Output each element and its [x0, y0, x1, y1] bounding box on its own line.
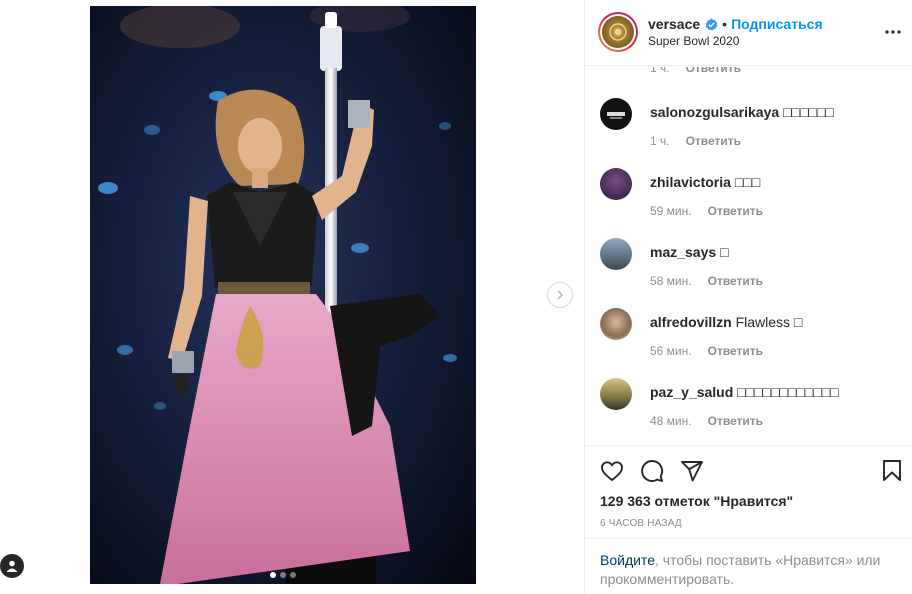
profile-avatar-icon[interactable] [0, 554, 24, 578]
comment-time: 1 ч. [650, 134, 670, 148]
reply-button[interactable]: Ответить [708, 204, 763, 218]
comment-username[interactable]: salonozgulsarikaya [650, 104, 779, 120]
save-button[interactable] [879, 458, 905, 484]
login-prompt: Войдите, чтобы поставить «Нравится» или … [585, 538, 912, 594]
comment-time: 59 мин. [650, 204, 692, 218]
comment-avatar[interactable] [600, 98, 632, 130]
partial-comment-meta: 1 ч. Ответить [650, 67, 741, 75]
likes-count[interactable]: 129 363 отметок "Нравится" [600, 493, 793, 509]
comment-username[interactable]: maz_says [650, 244, 716, 260]
comment-username[interactable]: alfredovillzn [650, 314, 732, 330]
comment-item: maz_says □ 58 мин. Ответить [585, 238, 912, 298]
media-pane [0, 0, 584, 594]
login-link[interactable]: Войдите [600, 552, 655, 568]
carousel-dot-2 [280, 572, 286, 578]
post-details-pane: versace • Подписаться Super Bowl 2020 1 [584, 0, 912, 594]
comment-item: zhilavictoria □□□ 59 мин. Ответить [585, 168, 912, 228]
comment-item: salonozgulsarikaya □□□□□□ 1 ч. Ответить [585, 98, 912, 158]
reply-button[interactable]: Ответить [708, 274, 763, 288]
comment-text: □ [720, 244, 729, 260]
comment-text: □□□ [734, 174, 761, 190]
share-button[interactable] [679, 458, 705, 484]
comment-text: □□□□□□ [783, 104, 834, 120]
comment-text: Flawless □ [735, 314, 803, 330]
follow-button[interactable]: Подписаться [731, 16, 823, 32]
heart-icon [601, 461, 623, 482]
author-avatar[interactable] [598, 12, 638, 52]
username-line: versace • Подписаться [648, 16, 823, 32]
carousel-dot-3 [290, 572, 296, 578]
comment-item: paz_y_salud □□□□□□□□□□□□ 48 мин. Ответит… [585, 378, 912, 438]
like-button[interactable] [599, 458, 625, 484]
comment-username[interactable]: zhilavictoria [650, 174, 731, 190]
comment-avatar[interactable] [600, 238, 632, 270]
comment-text: □□□□□□□□□□□□ [737, 384, 839, 400]
comment-username[interactable]: paz_y_salud [650, 384, 733, 400]
more-options-button[interactable] [883, 22, 903, 42]
comment-avatar[interactable] [600, 378, 632, 410]
reply-button[interactable]: Ответить [708, 414, 763, 428]
comment-time: 58 мин. [650, 274, 692, 288]
comment-time: 56 мин. [650, 344, 692, 358]
header-separator: • [722, 16, 728, 32]
post-timestamp[interactable]: 6 ЧАСОВ НАЗАД [600, 518, 682, 529]
reply-button[interactable]: Ответить [686, 67, 741, 75]
reply-button[interactable]: Ответить [686, 134, 741, 148]
chevron-right-icon [557, 290, 564, 300]
comment-item: alfredovillzn Flawless □ 56 мин. Ответит… [585, 308, 912, 368]
bookmark-icon [883, 460, 901, 481]
comment-time: 1 ч. [650, 67, 670, 75]
post-header: versace • Подписаться Super Bowl 2020 [585, 0, 912, 66]
comment-button[interactable] [639, 458, 665, 484]
more-dots-icon [885, 30, 901, 34]
verified-badge-icon [705, 18, 718, 31]
comment-avatar[interactable] [600, 308, 632, 340]
comment-icon [641, 460, 664, 482]
carousel-dots [90, 572, 476, 578]
post-location[interactable]: Super Bowl 2020 [648, 34, 739, 48]
instagram-post-page: versace • Подписаться Super Bowl 2020 1 [0, 0, 912, 594]
medusa-logo-icon [602, 16, 634, 48]
post-photo[interactable] [90, 6, 476, 584]
reply-button[interactable]: Ответить [708, 344, 763, 358]
carousel-dot-1 [270, 572, 276, 578]
photo-illustration [90, 6, 476, 584]
user-icon [6, 560, 18, 572]
author-username[interactable]: versace [648, 16, 700, 32]
post-actions: 129 363 отметок "Нравится" 6 ЧАСОВ НАЗАД [585, 445, 912, 538]
comment-avatar[interactable] [600, 168, 632, 200]
paper-plane-icon [681, 461, 703, 482]
next-slide-button[interactable] [547, 282, 573, 308]
comments-list[interactable]: 1 ч. Ответить salonozgulsarikaya □□□□□□ … [585, 67, 912, 445]
comment-time: 48 мин. [650, 414, 692, 428]
